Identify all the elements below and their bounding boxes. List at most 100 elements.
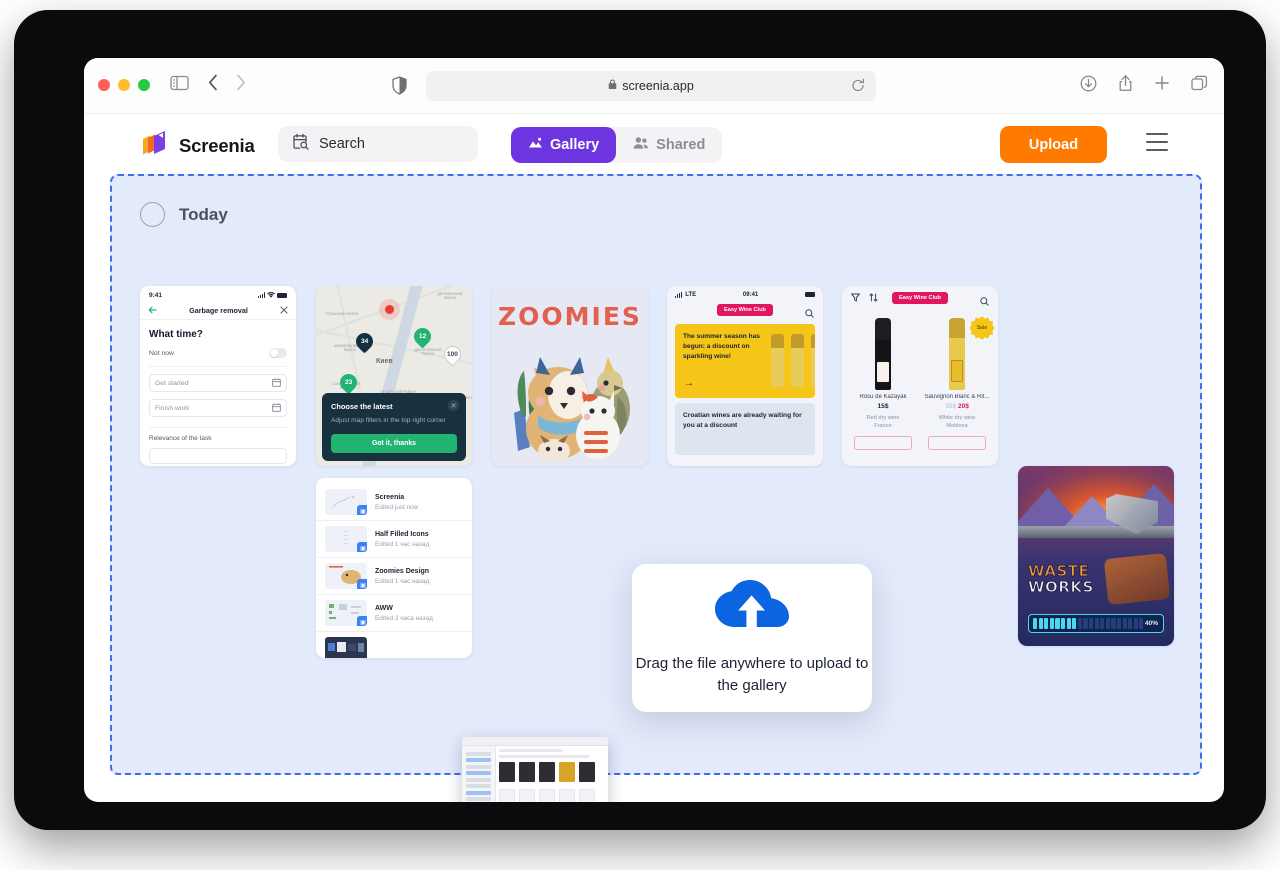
list-item[interactable]: ▣ Zoomies Design Edited 1 час назад <box>316 558 472 595</box>
list-item[interactable]: ▣ Half Filled Icons Edited 1 час назад <box>316 521 472 558</box>
reload-icon[interactable] <box>851 78 865 98</box>
map-tooltip: ✕ Choose the latest Adjust map filters i… <box>322 393 466 461</box>
thumbnail-waste-works-game[interactable]: WASTE WORKS 40% <box>1018 466 1174 646</box>
address-bar[interactable]: screenia.app <box>426 71 876 101</box>
map-pin-count: 23 <box>344 379 353 387</box>
thumbnail-file-list[interactable]: ▣ Screenia Edited just now ▣ Half Filled… <box>316 478 472 658</box>
file-drop-zone[interactable]: Today 9:41 Garbage removal What time? No… <box>110 174 1202 802</box>
get-started-field[interactable]: Get started <box>149 374 287 392</box>
minimize-window-button[interactable] <box>118 79 130 91</box>
preview-titlebar <box>462 737 608 746</box>
game-logo: WASTE WORKS <box>1028 562 1094 597</box>
file-preview <box>325 637 367 658</box>
gallery-group-header: Today <box>140 202 228 227</box>
tab-shared[interactable]: Shared <box>616 127 722 163</box>
search-input[interactable]: Search <box>278 126 478 162</box>
finish-work-field[interactable]: Finish work <box>149 399 287 417</box>
tab-overview-icon[interactable] <box>1191 75 1208 97</box>
relevance-field[interactable] <box>149 448 287 464</box>
preview-sidebar <box>462 746 496 802</box>
zoomies-title: ZOOMIES <box>498 302 642 331</box>
sort-icon[interactable] <box>869 289 878 307</box>
add-to-cart-button[interactable] <box>928 435 986 450</box>
circle-checkbox-icon[interactable] <box>140 202 165 227</box>
filter-icon[interactable] <box>851 289 860 307</box>
add-to-cart-button[interactable] <box>854 435 912 450</box>
not-now-toggle[interactable] <box>269 348 287 358</box>
card-navbar: Garbage removal <box>140 301 296 320</box>
file-name: Half Filled Icons <box>375 530 429 538</box>
status-time: 09:41 <box>742 291 759 298</box>
dragged-file-preview[interactable] <box>462 737 608 802</box>
browser-forward-button[interactable] <box>236 74 246 96</box>
window-traffic-lights[interactable] <box>98 79 150 91</box>
search-icon[interactable] <box>805 305 814 323</box>
signal-icon <box>675 291 683 298</box>
wine-promo-text: The summer season has begun: a discount … <box>683 333 760 361</box>
wifi-icon <box>267 292 275 298</box>
map-district-label: ДЕСНЯНСКИЙ РАЙОН <box>437 292 463 301</box>
list-item[interactable]: ▣ Screenia Edited just now <box>316 484 472 521</box>
zoomies-illustration <box>492 331 648 463</box>
upload-drop-overlay: Drag the file anywhere to upload to the … <box>632 564 872 712</box>
tab-gallery-label: Gallery <box>550 137 600 153</box>
device-frame: screenia.app Screenia Search Gallery Sha… <box>14 10 1266 830</box>
close-icon[interactable] <box>280 301 288 319</box>
wine-club-badge: Easy Wine Club <box>892 292 948 304</box>
wine-product-list: Rosu de Kazayak 15$ Red dry wine France S… <box>842 310 998 450</box>
browser-toolbar-actions <box>1080 74 1208 97</box>
brand-name: Screenia <box>179 134 255 156</box>
battery-icon <box>805 292 815 297</box>
browser-back-button[interactable] <box>208 74 218 96</box>
wine-product-card[interactable]: Rosu de Kazayak 15$ Red dry wine France <box>848 314 918 450</box>
close-circle-icon[interactable]: ✕ <box>448 400 459 412</box>
upload-button[interactable]: Upload <box>1000 126 1107 163</box>
thumbnail-zoomies[interactable]: ZOOMIES <box>492 286 648 466</box>
people-icon <box>633 136 649 154</box>
tab-shared-label: Shared <box>656 137 706 153</box>
maximize-window-button[interactable] <box>138 79 150 91</box>
game-truck <box>1103 552 1171 606</box>
wine-product-old-price: 35$ <box>945 403 957 410</box>
file-name: Zoomies Design <box>375 567 430 575</box>
brand-logo[interactable]: Screenia <box>138 127 255 164</box>
relevance-label: Relevance of the task <box>149 427 287 442</box>
get-started-label: Get started <box>155 379 189 387</box>
thumbnail-map[interactable]: ГОЛЬСКИЙ РАЙОН ШЕВЧЕНКОВСКИЙ РАЙОН СОЛОМ… <box>316 286 472 466</box>
croatian-wines-banner[interactable]: Croatian wines are already waiting for y… <box>675 403 815 455</box>
arrow-right-icon[interactable]: → <box>684 378 694 389</box>
download-icon[interactable] <box>1080 75 1097 97</box>
finish-work-label: Finish work <box>155 404 190 412</box>
arrow-left-icon[interactable] <box>148 301 157 319</box>
file-name: Screenia <box>375 493 405 501</box>
share-icon[interactable] <box>1118 74 1133 97</box>
hamburger-menu-icon[interactable] <box>1146 133 1168 151</box>
map-pin-count: 12 <box>418 333 427 341</box>
wine-product-name: Sauvignon Blanc & Rit... <box>924 394 990 400</box>
sidebar-toggle-icon[interactable] <box>170 75 189 96</box>
map-tooltip-button[interactable]: Got it, thanks <box>331 434 457 453</box>
wine-promo-banner[interactable]: The summer season has begun: a discount … <box>675 324 815 398</box>
list-item[interactable]: ▣ AWW Edited 2 часа назад <box>316 595 472 632</box>
thumbnail-wine-catalog[interactable]: Easy Wine Club Rosu de Kazayak 15$ Red d… <box>842 286 998 466</box>
card-body: What time? Not now Get started Finish wo… <box>140 320 296 464</box>
list-item[interactable] <box>316 632 472 658</box>
map-selected-marker[interactable] <box>385 305 394 314</box>
search-icon[interactable] <box>980 293 989 311</box>
shield-icon[interactable] <box>392 76 407 100</box>
thumbnail-garbage-removal[interactable]: 9:41 Garbage removal What time? Not now … <box>140 286 296 466</box>
tab-gallery[interactable]: Gallery <box>511 127 617 163</box>
wine-product-price: 20$ <box>957 403 969 410</box>
battery-icon <box>277 292 287 298</box>
wine-product-country: France <box>874 423 892 430</box>
thumbnail-wine-club-feed[interactable]: LTE 09:41 Easy Wine Club The summer seas… <box>667 286 823 466</box>
close-window-button[interactable] <box>98 79 110 91</box>
file-subtitle: Edited 1 час назад <box>375 577 430 585</box>
signal-icon <box>257 292 265 298</box>
bottle-image <box>791 334 804 387</box>
file-preview: ▣ <box>325 526 367 552</box>
preview-body <box>462 746 608 802</box>
gallery-group-label: Today <box>179 204 228 224</box>
calendar-search-icon <box>292 133 310 156</box>
new-tab-icon[interactable] <box>1154 75 1170 96</box>
